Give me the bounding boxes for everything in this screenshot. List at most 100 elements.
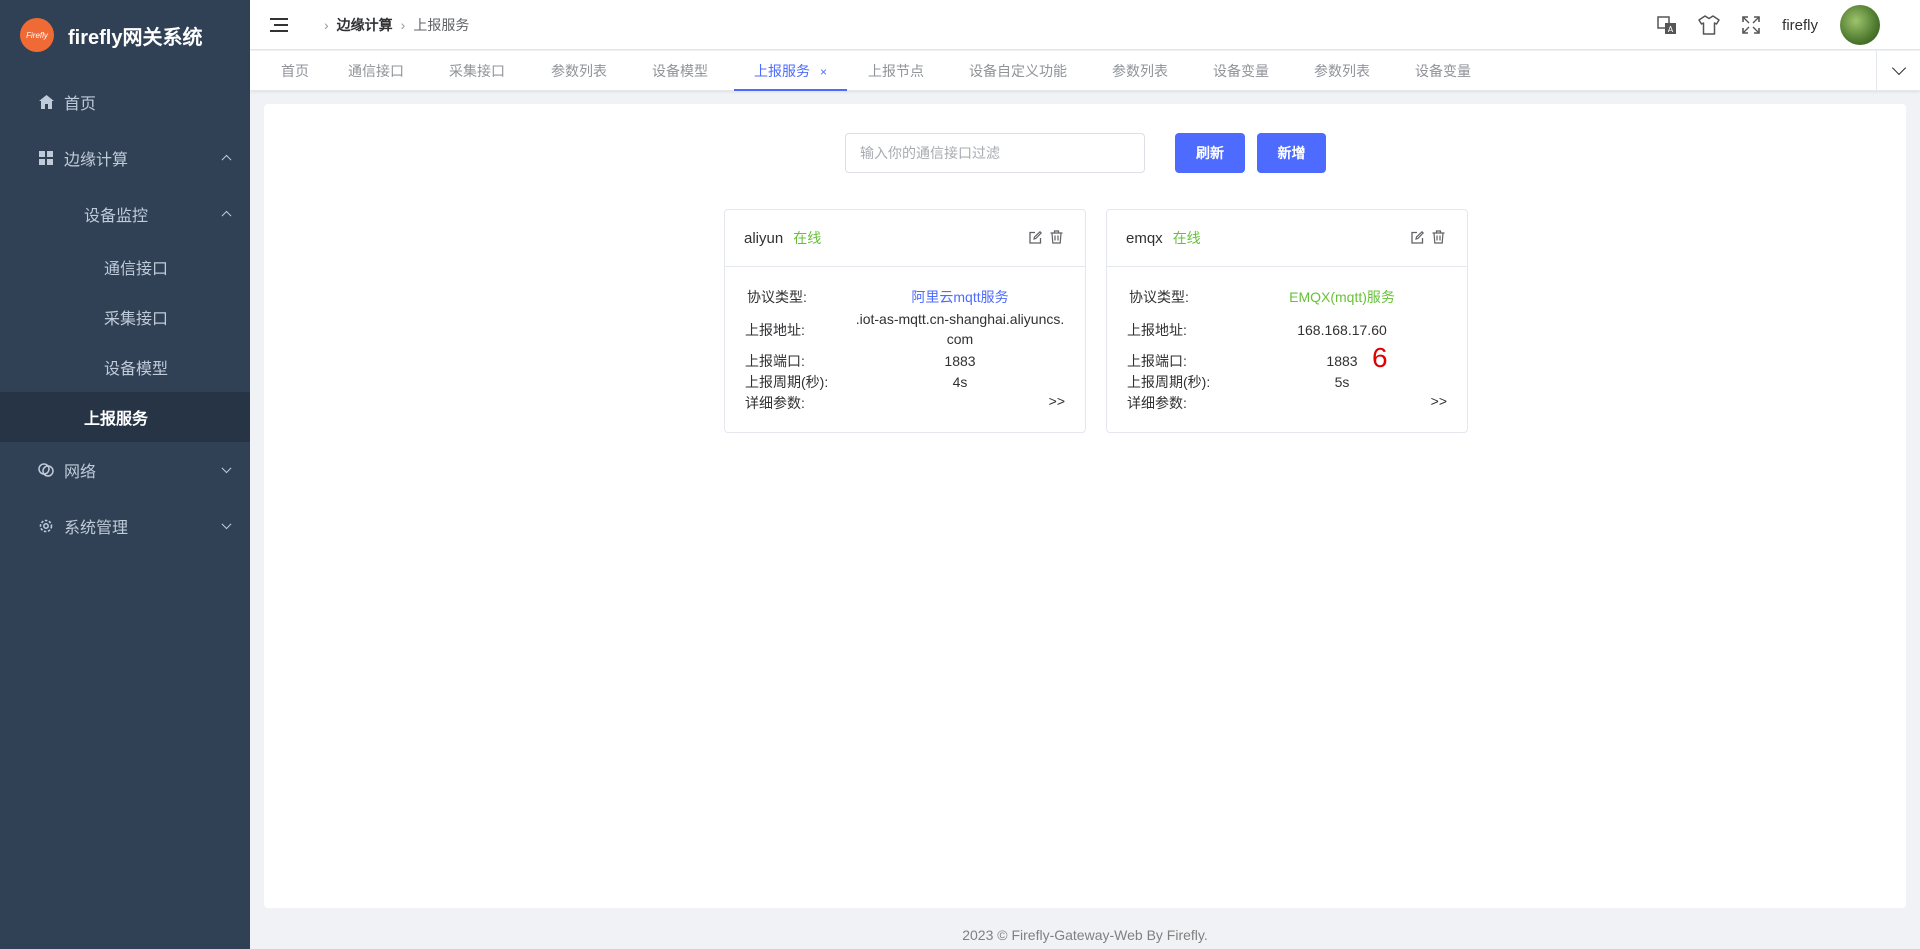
- protocol-value: 阿里云mqtt服务: [911, 289, 1009, 305]
- tab-param-list[interactable]: 参数列表: [1314, 51, 1370, 91]
- status-badge: 在线: [793, 230, 822, 246]
- edit-icon[interactable]: [1028, 230, 1042, 244]
- sidebar-item-comm-port[interactable]: 通信接口: [0, 242, 250, 292]
- card-body: 协议类型: EMQX(mqtt)服务 上报地址: 168.168.17.60 上…: [1107, 267, 1467, 433]
- protocol-label: 协议类型:: [747, 289, 807, 305]
- tab-label: 上报服务: [754, 63, 810, 79]
- details-label: 详细参数:: [745, 395, 805, 411]
- network-icon: [38, 462, 54, 478]
- card-actions: [1403, 230, 1445, 244]
- tab-report-service[interactable]: 上报服务 ×: [734, 51, 848, 91]
- tab-param-list[interactable]: 参数列表: [551, 51, 607, 91]
- protocol-label: 协议类型:: [1129, 289, 1189, 305]
- chevron-down-icon: [221, 463, 232, 474]
- tab-device-custom-function[interactable]: 设备自定义功能: [969, 51, 1067, 91]
- chevron-down-icon: [221, 519, 232, 530]
- details-label: 详细参数:: [1127, 395, 1187, 411]
- details-more-link[interactable]: >>: [1431, 393, 1447, 409]
- tab-home[interactable]: 首页: [281, 51, 309, 91]
- tab-comm-port[interactable]: 通信接口: [348, 51, 404, 91]
- edit-icon[interactable]: [1410, 230, 1424, 244]
- breadcrumb-separator-icon: ›: [400, 16, 406, 33]
- breadcrumb-item-current: 上报服务: [413, 16, 470, 33]
- tab-device-variable[interactable]: 设备变量: [1213, 51, 1269, 91]
- period-value: 5s: [1334, 374, 1350, 390]
- sidebar-item-home[interactable]: 首页: [0, 74, 250, 130]
- sidebar-item-network[interactable]: 网络: [0, 442, 250, 498]
- fullscreen-icon[interactable]: [1740, 14, 1762, 36]
- service-card: aliyun 在线 协议类型: 阿里云mqtt服务 上报地址: .iot-as-…: [724, 209, 1086, 433]
- chevron-up-icon: [221, 210, 232, 221]
- sidebar-item-edge[interactable]: 边缘计算: [0, 130, 250, 186]
- tags-view: 首页 通信接口 采集接口 参数列表 设备模型 上报服务 × 上报节点 设备自定义功…: [250, 51, 1920, 91]
- port-label: 上报端口:: [745, 353, 805, 369]
- address-value: .iot-as-mqtt.cn-shanghai.aliyuncs.com: [855, 311, 1065, 347]
- menu-toggle-icon[interactable]: [270, 17, 288, 32]
- sidebar-item-device-model[interactable]: 设备模型: [0, 342, 250, 392]
- app-logo[interactable]: Firefly firefly网关系统: [0, 0, 250, 70]
- sidebar-item-system[interactable]: 系统管理: [0, 498, 250, 554]
- card-body: 协议类型: 阿里云mqtt服务 上报地址: .iot-as-mqtt.cn-sh…: [725, 267, 1085, 433]
- top-navbar: › 边缘计算 › 上报服务 A firefly: [250, 0, 1920, 50]
- main-content: 刷新 新增 aliyun 在线 协议类型: 阿里云mqtt服务 上报地址: .i…: [264, 104, 1906, 908]
- port-value: 1883: [1326, 353, 1358, 369]
- breadcrumb-separator-icon: ›: [324, 16, 329, 33]
- annotation-marker: 6: [1372, 342, 1388, 373]
- address-value: 168.168.17.60: [1297, 322, 1387, 338]
- username[interactable]: firefly: [1782, 17, 1818, 34]
- sidebar-item-label: 首页: [64, 96, 97, 113]
- details-more-link[interactable]: >>: [1049, 393, 1065, 409]
- port-label: 上报端口:: [1127, 353, 1187, 369]
- tab-collect-port[interactable]: 采集接口: [449, 51, 505, 91]
- service-card: emqx 在线 协议类型: EMQX(mqtt)服务 上报地址: 168.168…: [1106, 209, 1468, 433]
- delete-icon[interactable]: [1431, 230, 1445, 244]
- home-icon: [38, 94, 54, 110]
- sidebar-item-device-monitor[interactable]: 设备监控: [0, 186, 250, 242]
- translate-icon[interactable]: A: [1656, 14, 1678, 36]
- protocol-value: EMQX(mqtt)服务: [1289, 289, 1395, 305]
- header-actions: A firefly: [1636, 0, 1880, 50]
- status-badge: 在线: [1172, 230, 1201, 246]
- theme-shirt-icon[interactable]: [1698, 14, 1720, 36]
- card-actions: [1021, 230, 1063, 244]
- sidebar-item-label: 边缘计算: [64, 152, 129, 169]
- sidebar-item-report-service[interactable]: 上报服务: [0, 392, 250, 442]
- add-button[interactable]: 新增: [1257, 133, 1326, 173]
- grid-icon: [38, 150, 54, 166]
- chevron-down-icon: [1891, 60, 1906, 76]
- address-label: 上报地址:: [745, 322, 805, 338]
- gear-icon: [38, 518, 54, 534]
- card-header: emqx 在线: [1107, 210, 1467, 267]
- card-name: aliyun: [744, 229, 784, 247]
- refresh-button[interactable]: 刷新: [1175, 133, 1245, 173]
- sidebar: Firefly firefly网关系统 首页 边缘计算 设备监控 通信接口 采集…: [0, 0, 250, 949]
- sidebar-item-label: 设备监控: [84, 208, 149, 225]
- search-input[interactable]: [845, 133, 1145, 173]
- logo-icon-text: Firefly: [26, 30, 48, 40]
- tab-device-model[interactable]: 设备模型: [652, 51, 708, 91]
- sidebar-item-label: 系统管理: [64, 520, 129, 537]
- sidebar-item-collect-port[interactable]: 采集接口: [0, 292, 250, 342]
- port-value: 1883: [944, 353, 976, 369]
- delete-icon[interactable]: [1049, 230, 1063, 244]
- breadcrumb: › 边缘计算 › 上报服务: [316, 15, 469, 35]
- period-value: 4s: [952, 374, 968, 390]
- logo-icon: Firefly: [20, 18, 54, 52]
- address-label: 上报地址:: [1127, 322, 1187, 338]
- app-title: firefly网关系统: [68, 26, 203, 49]
- breadcrumb-item[interactable]: 边缘计算: [337, 15, 393, 35]
- footer: 2023 © Firefly-Gateway-Web By Firefly.: [250, 920, 1920, 949]
- sidebar-item-label: 网络: [64, 464, 97, 481]
- chevron-up-icon: [221, 154, 232, 165]
- avatar[interactable]: [1840, 5, 1880, 45]
- period-label: 上报周期(秒):: [1127, 374, 1211, 390]
- tab-device-variable[interactable]: 设备变量: [1415, 51, 1471, 91]
- tab-param-list[interactable]: 参数列表: [1112, 51, 1168, 91]
- period-label: 上报周期(秒):: [745, 374, 829, 390]
- tags-dropdown[interactable]: [1876, 51, 1920, 91]
- card-header: aliyun 在线: [725, 210, 1085, 267]
- svg-text:A: A: [1668, 25, 1674, 34]
- card-name: emqx: [1126, 229, 1163, 247]
- close-icon[interactable]: ×: [820, 65, 827, 79]
- tab-report-node[interactable]: 上报节点: [868, 51, 924, 91]
